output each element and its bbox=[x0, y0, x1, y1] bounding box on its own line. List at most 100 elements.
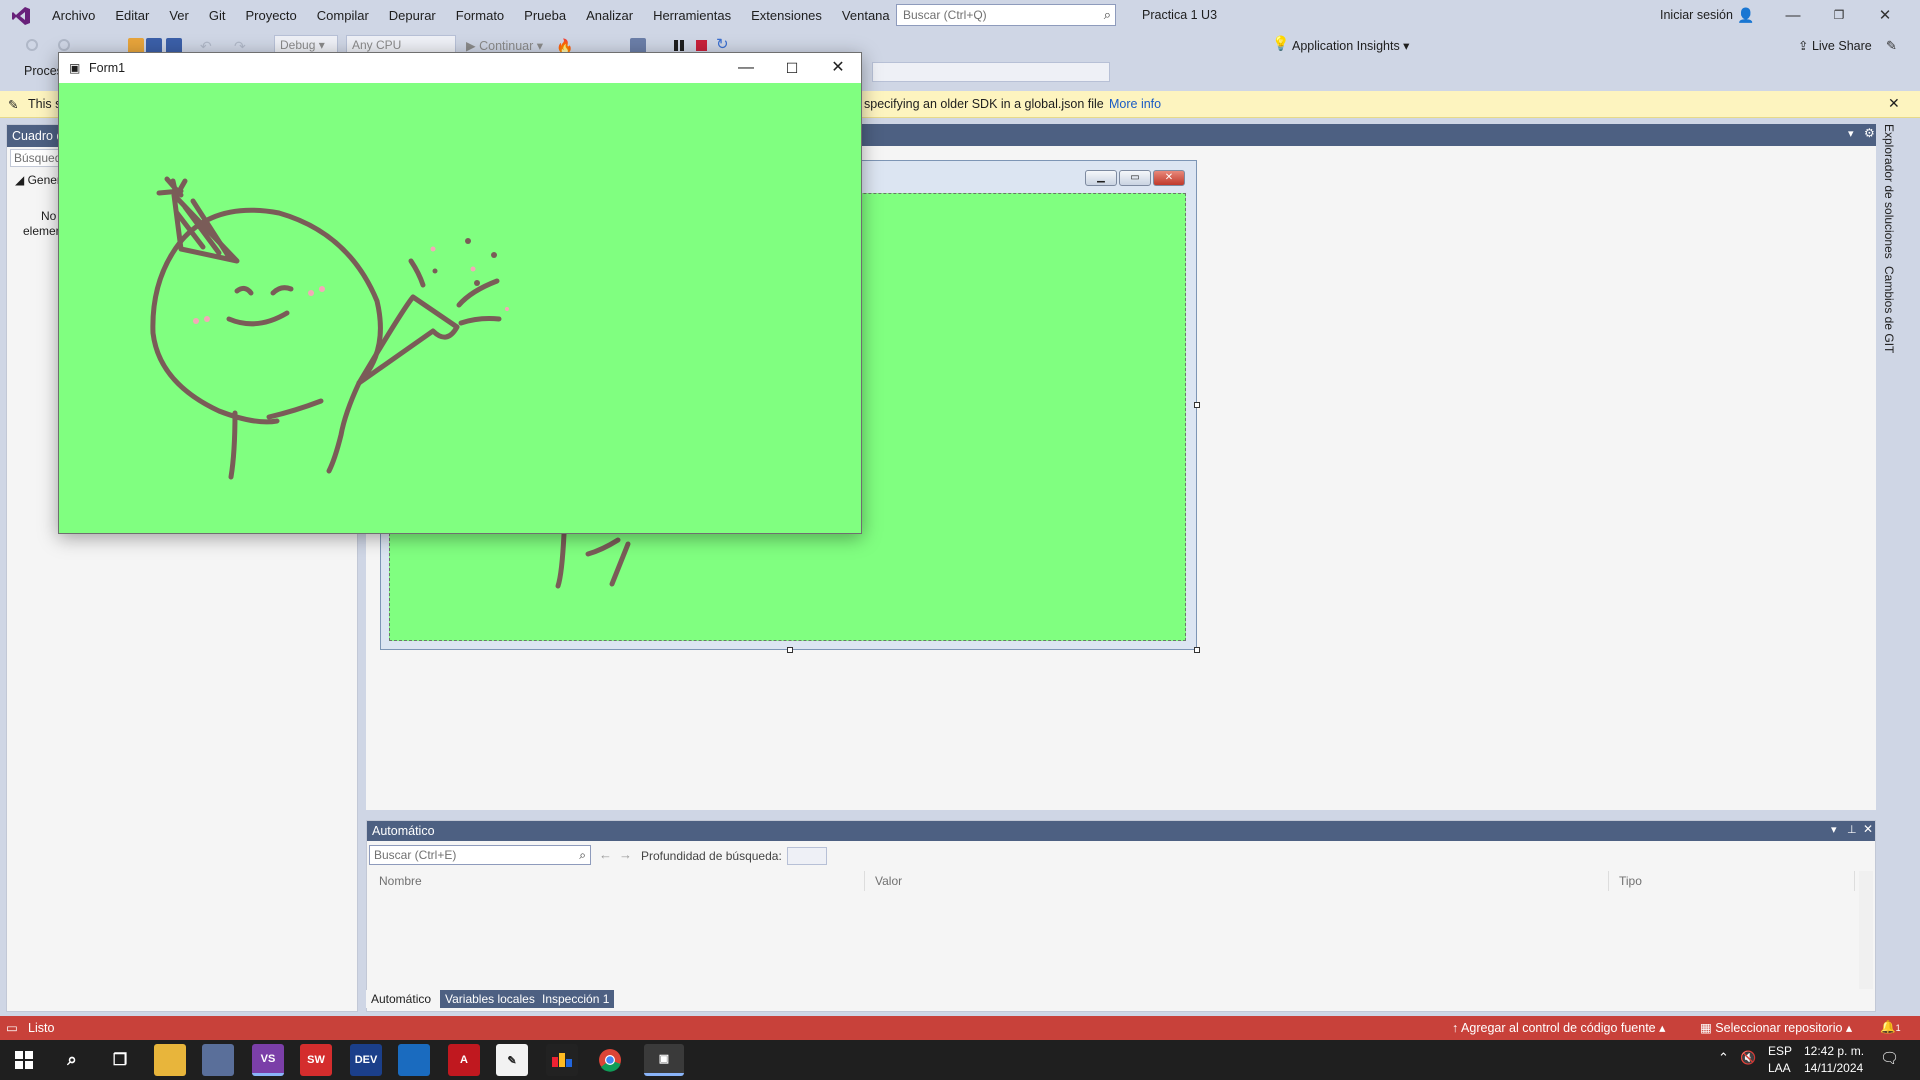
menu-herramientas[interactable]: Herramientas bbox=[643, 0, 741, 31]
chrome-icon[interactable] bbox=[594, 1044, 626, 1076]
menu-archivo[interactable]: Archivo bbox=[42, 0, 105, 31]
color-app-icon[interactable] bbox=[546, 1044, 578, 1076]
file-explorer-icon[interactable] bbox=[154, 1044, 186, 1076]
tab-git-changes[interactable]: Cambios de GIT bbox=[1882, 266, 1896, 353]
show-hidden-icons-icon[interactable]: ⌃ bbox=[1718, 1050, 1729, 1066]
menu-proyecto[interactable]: Proyecto bbox=[235, 0, 306, 31]
more-info-link[interactable]: More info bbox=[1109, 97, 1161, 111]
close-icon[interactable]: ✕ bbox=[1888, 95, 1900, 112]
live-share-button[interactable]: ⇪ Live Share bbox=[1798, 38, 1872, 53]
menu-ventana[interactable]: Ventana bbox=[832, 0, 900, 31]
language-line1[interactable]: ESP bbox=[1768, 1044, 1792, 1058]
menu-prueba[interactable]: Prueba bbox=[514, 0, 576, 31]
visual-studio-icon[interactable]: VS bbox=[252, 1044, 284, 1076]
account-icon[interactable]: 👤 bbox=[1737, 7, 1754, 24]
pin-icon[interactable]: ⊥ bbox=[1847, 823, 1857, 836]
info-text-right: specifying an older SDK in a global.json… bbox=[864, 97, 1104, 111]
form1-maximize-button[interactable]: ☐ bbox=[769, 53, 815, 83]
menu-extensiones[interactable]: Extensiones bbox=[741, 0, 832, 31]
form1-window[interactable]: ▣ Form1 — ☐ ✕ bbox=[58, 52, 862, 534]
app-blue-icon[interactable] bbox=[398, 1044, 430, 1076]
menu-formato[interactable]: Formato bbox=[446, 0, 514, 31]
tab-locals[interactable]: Variables locales bbox=[440, 990, 540, 1008]
live-share-label: Live Share bbox=[1811, 39, 1872, 53]
back-arrow-icon[interactable]: ← bbox=[599, 847, 612, 862]
menu-editar[interactable]: Editar bbox=[105, 0, 159, 31]
menu-depurar[interactable]: Depurar bbox=[379, 0, 446, 31]
restore-button[interactable]: ❐ bbox=[1816, 0, 1862, 31]
notification-count: 1 bbox=[1895, 1023, 1901, 1033]
menu-ver[interactable]: Ver bbox=[159, 0, 199, 31]
gear-icon[interactable]: ⚙ bbox=[1864, 126, 1875, 140]
volume-muted-icon[interactable]: 🔇 bbox=[1740, 1050, 1756, 1066]
dev-cpp-icon[interactable]: DEV bbox=[350, 1044, 382, 1076]
back-icon[interactable] bbox=[26, 39, 38, 51]
tab-list-dropdown-icon[interactable]: ▾ bbox=[1848, 127, 1854, 140]
select-repo-button[interactable]: ▦ Seleccionar repositorio ▴ bbox=[1700, 1020, 1852, 1035]
task-view-icon[interactable]: ❐ bbox=[104, 1044, 136, 1076]
stop-icon[interactable] bbox=[696, 40, 707, 51]
autos-title: Automático bbox=[367, 821, 1875, 841]
close-icon[interactable]: ✕ bbox=[1863, 822, 1873, 836]
search-placeholder: Buscar (Ctrl+Q) bbox=[903, 8, 987, 22]
column-header-type[interactable]: Tipo bbox=[1609, 871, 1855, 891]
resize-handle-corner[interactable] bbox=[1194, 647, 1200, 653]
inkscape-icon[interactable]: ✎ bbox=[496, 1044, 528, 1076]
resize-handle-right[interactable] bbox=[1194, 402, 1200, 408]
action-center-icon[interactable]: 🗨 bbox=[1880, 1049, 1899, 1067]
form1-minimize-button[interactable]: — bbox=[723, 53, 769, 83]
autos-scrollbar[interactable] bbox=[1859, 871, 1873, 989]
acrobat-icon[interactable]: A bbox=[448, 1044, 480, 1076]
sign-in-link[interactable]: Iniciar sesión bbox=[1660, 8, 1733, 22]
notifications-icon[interactable]: 🔔1 bbox=[1880, 1020, 1901, 1035]
autos-search-input[interactable]: Buscar (Ctrl+E) ⌕ bbox=[369, 845, 591, 865]
autos-panel: Automático ▾ ⊥ ✕ Buscar (Ctrl+E) ⌕ ← → P… bbox=[366, 820, 1876, 1012]
app-insights-button[interactable]: Application Insights ▾ bbox=[1292, 38, 1409, 53]
status-icon: ▭ bbox=[6, 1021, 18, 1035]
feedback-icon[interactable]: ✎ bbox=[1886, 38, 1902, 54]
resize-handle-bottom[interactable] bbox=[787, 647, 793, 653]
clock-time[interactable]: 12:42 p. m. bbox=[1804, 1044, 1864, 1058]
form1-title-bar[interactable]: ▣ Form1 — ☐ ✕ bbox=[59, 53, 861, 83]
tab-watch-1[interactable]: Inspección 1 bbox=[537, 990, 615, 1008]
continue-label: Continuar bbox=[479, 39, 534, 53]
stack-frame-select[interactable] bbox=[872, 62, 1110, 82]
depth-select[interactable] bbox=[787, 847, 827, 865]
form1-client-area[interactable] bbox=[59, 83, 861, 533]
form-icon: ▣ bbox=[69, 61, 81, 75]
menu-git[interactable]: Git bbox=[199, 0, 236, 31]
minimize-button[interactable]: — bbox=[1770, 0, 1816, 31]
restart-icon[interactable]: ↻ bbox=[716, 35, 732, 53]
menu-analizar[interactable]: Analizar bbox=[576, 0, 643, 31]
store-icon[interactable] bbox=[202, 1044, 234, 1076]
tab-solution-explorer[interactable]: Explorador de soluciones bbox=[1882, 124, 1896, 259]
panel-dropdown-icon[interactable]: ▾ bbox=[1831, 823, 1837, 836]
column-header-value[interactable]: Valor bbox=[865, 871, 1609, 891]
autos-search-placeholder: Buscar (Ctrl+E) bbox=[374, 848, 457, 862]
solidworks-icon[interactable]: SW bbox=[300, 1044, 332, 1076]
designer-minimize-button: ▁ bbox=[1085, 170, 1117, 186]
toolbox-empty-line1: No bbox=[41, 209, 57, 223]
form1-app-icon[interactable]: ▣ bbox=[644, 1044, 684, 1076]
toolbox-empty-line2: elemen bbox=[23, 224, 63, 238]
language-line2[interactable]: LAA bbox=[1768, 1061, 1791, 1075]
app-insights-label: Application Insights bbox=[1292, 39, 1400, 53]
solution-name: Practica 1 U3 bbox=[1142, 8, 1218, 22]
form1-close-button[interactable]: ✕ bbox=[815, 53, 861, 83]
source-control-button[interactable]: ↑ Agregar al control de código fuente ▴ bbox=[1452, 1020, 1665, 1035]
forward-icon[interactable] bbox=[58, 39, 70, 51]
close-button[interactable]: ✕ bbox=[1862, 0, 1908, 31]
forward-arrow-icon[interactable]: → bbox=[619, 847, 632, 862]
info-icon: ✎ bbox=[8, 98, 19, 112]
global-search-input[interactable]: Buscar (Ctrl+Q) ⌕ bbox=[896, 4, 1116, 26]
windows-start-icon[interactable] bbox=[8, 1044, 40, 1076]
status-bar: ▭ Listo ↑ Agregar al control de código f… bbox=[0, 1016, 1920, 1040]
search-icon[interactable]: ⌕ bbox=[56, 1044, 88, 1076]
column-header-name[interactable]: Nombre bbox=[369, 871, 865, 891]
status-text: Listo bbox=[28, 1021, 55, 1035]
pause-icon[interactable] bbox=[674, 40, 678, 51]
tab-autos[interactable]: Automático bbox=[366, 990, 437, 1008]
menu-compilar[interactable]: Compilar bbox=[307, 0, 379, 31]
continue-button[interactable]: ▶ Continuar ▾ bbox=[466, 38, 543, 53]
clock-date[interactable]: 14/11/2024 bbox=[1804, 1061, 1863, 1075]
